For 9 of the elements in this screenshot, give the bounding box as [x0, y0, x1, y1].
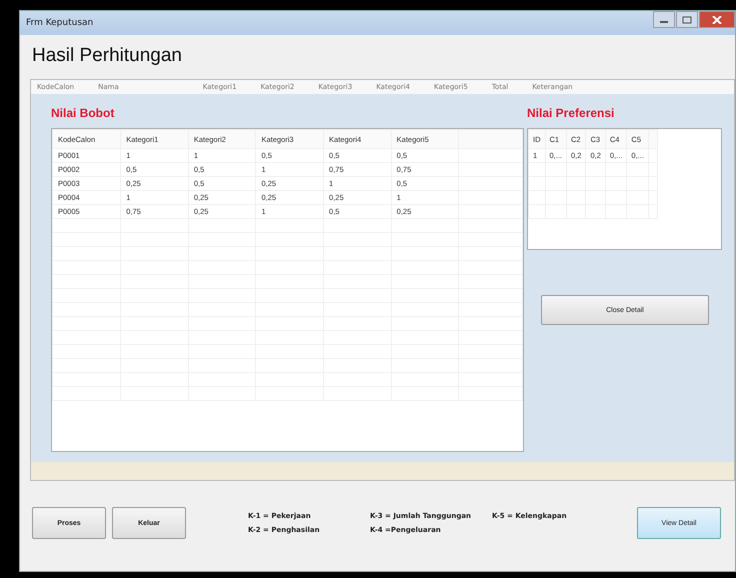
- minimize-button[interactable]: [653, 11, 675, 28]
- close-button[interactable]: [699, 11, 735, 28]
- page-heading: Hasil Perhitungan: [31, 44, 183, 68]
- maximize-button[interactable]: [676, 11, 698, 28]
- close-icon: [712, 16, 722, 24]
- window-title: Frm Keputusan: [26, 18, 94, 28]
- section-title: Nilai Preferensi: [527, 105, 616, 122]
- maximize-icon: [682, 16, 692, 24]
- section-title: Nilai Bobot: [51, 105, 116, 122]
